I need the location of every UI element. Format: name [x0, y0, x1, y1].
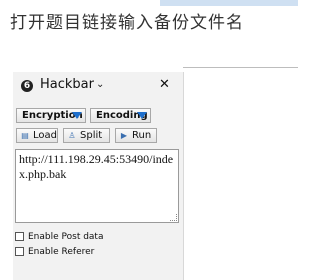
run-label: Run: [132, 130, 152, 141]
content-divider: [183, 67, 298, 68]
load-icon: ▤: [21, 131, 29, 140]
hackbar-logo-icon: 6: [21, 80, 33, 92]
post-data-checkbox[interactable]: [15, 232, 24, 241]
load-label: Load: [33, 130, 57, 141]
encoding-dropdown[interactable]: Encoding: [90, 108, 151, 123]
hackbar-header: 6 Hackbar ⌄ ✕: [13, 72, 183, 100]
dropdown-arrow-icon: [72, 112, 82, 119]
dropdown-arrow-icon: [137, 112, 147, 119]
load-button[interactable]: ▤ Load: [16, 128, 58, 143]
page-heading: 打开题目链接输入备份文件名: [10, 13, 244, 33]
chevron-down-icon[interactable]: ⌄: [96, 79, 104, 90]
close-icon[interactable]: ✕: [159, 77, 170, 92]
url-textarea[interactable]: http://111.198.29.45:53490/index.php.bak: [15, 149, 179, 223]
hackbar-panel: 6 Hackbar ⌄ ✕ Encryption Encoding ▤ Load…: [13, 72, 184, 280]
hackbar-title[interactable]: Hackbar: [40, 77, 94, 92]
run-icon: ▶: [120, 131, 128, 140]
top-tab-strip: [160, 0, 298, 6]
split-label: Split: [80, 130, 103, 141]
run-button[interactable]: ▶ Run: [115, 128, 157, 143]
encryption-dropdown[interactable]: Encryption: [16, 108, 86, 123]
post-data-label: Enable Post data: [28, 232, 104, 242]
resize-grip-icon[interactable]: [170, 214, 177, 221]
url-value: http://111.198.29.45:53490/index.php.bak: [19, 152, 174, 181]
split-icon: ♙: [68, 131, 76, 140]
split-button[interactable]: ♙ Split: [63, 128, 110, 143]
referer-checkbox[interactable]: [15, 247, 24, 256]
referer-label: Enable Referer: [28, 247, 95, 257]
